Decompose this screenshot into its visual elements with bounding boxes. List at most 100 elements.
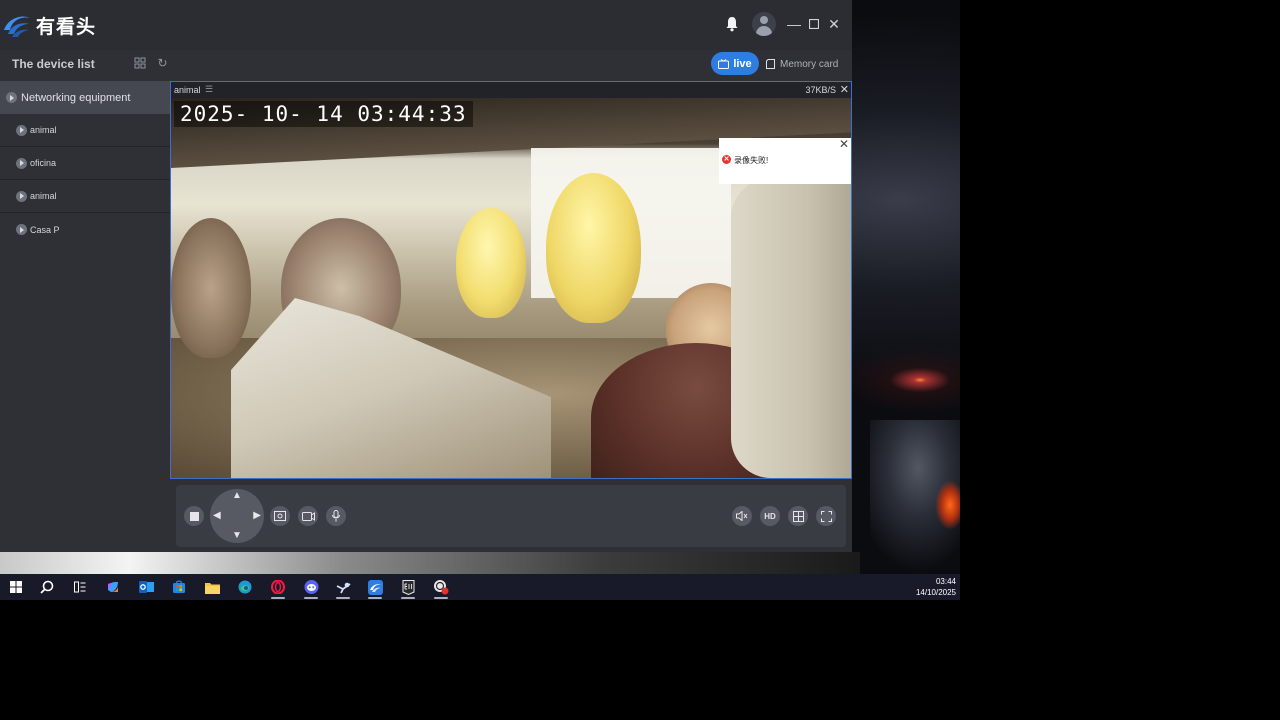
sidebar-group-label: Networking equipment [21,91,131,104]
ptz-down-icon[interactable]: ▼ [232,531,242,541]
wallpaper-streak [0,552,860,574]
record-button[interactable] [298,506,318,526]
fullscreen-icon [820,510,832,522]
wallpaper-glow [935,480,960,530]
task-view-icon[interactable] [71,578,89,596]
device-list-title: The device list [12,57,95,71]
sub-header: The device list ↻ live Memory card [0,50,852,80]
mute-button[interactable] [732,506,752,526]
stop-button[interactable] [184,506,204,526]
live-tab-button[interactable]: live [711,52,759,75]
search-icon[interactable] [38,578,56,596]
running-indicator [401,597,415,599]
memory-card-tab-button[interactable]: Memory card [766,55,852,73]
sidebar-item-label: animal [30,125,57,135]
camera-play-icon [16,124,27,136]
sidebar-item-animal-2[interactable]: animal [0,180,170,213]
copilot-icon[interactable] [104,578,122,596]
toast-close-icon[interactable]: ✕ [839,138,851,150]
ptz-up-icon[interactable]: ▲ [232,491,242,501]
close-icon[interactable]: ✕ [824,10,844,38]
speaker-muted-icon [736,511,748,521]
running-indicator [271,597,285,599]
fullscreen-button[interactable] [816,506,836,526]
sidebar-group-networking-equipment[interactable]: Networking equipment [0,81,170,114]
system-clock[interactable]: 03:44 14/10/2025 [916,576,956,598]
maximize-icon[interactable] [804,10,824,38]
logo-swirl-icon [4,16,30,37]
live-tab-label: live [733,57,752,70]
stop-icon [189,511,199,521]
snapshot-button[interactable] [270,506,290,526]
grid-view-icon[interactable] [133,57,146,70]
microsoft-store-icon[interactable] [170,578,188,596]
ptz-left-icon[interactable]: ◀ [213,511,221,521]
windows-start-icon[interactable] [7,578,25,596]
sidebar-item-casa-p[interactable]: Casa P [0,213,170,246]
scene-water-jug [731,178,851,478]
windows-taskbar: 03:44 14/10/2025 [0,574,960,600]
sidebar-item-label: Casa P [30,224,60,235]
camera-play-icon [16,224,27,235]
menu-icon[interactable]: ☰ [205,84,213,95]
app-logo: 有看头 [2,10,96,40]
video-camera-name: animal [174,85,201,95]
scene-chick [171,218,251,358]
scene-chick [546,173,641,323]
memory-card-tab-label: Memory card [780,58,839,70]
screen: 有看头 — ✕ The device list ↻ live Memory ca… [0,0,1280,720]
video-bitrate: 37KB/S [805,85,836,95]
app-name: 有看头 [36,16,97,38]
sidebar-item-oficina[interactable]: oficina [0,147,170,180]
osd-timestamp: 2025- 10- 14 03:44:33 [174,101,473,127]
epic-games-icon[interactable] [399,578,417,599]
discord-icon[interactable] [302,578,320,599]
grid-icon [792,510,804,522]
opera-gx-icon[interactable] [269,578,287,599]
video-header: animal ☰ 37KB/S ✕ [171,82,851,98]
user-avatar[interactable] [752,12,776,36]
expand-icon [6,92,17,103]
minimize-icon[interactable]: — [784,10,804,38]
running-indicator [434,597,448,599]
talk-button[interactable] [326,506,346,526]
screenshot-icon [274,511,286,521]
video-stream[interactable]: 2025- 10- 14 03:44:33 ✕ 录像失败! ✕ [171,98,851,478]
sidebar-item-label: oficina [30,158,57,168]
playback-control-bar: ▲ ◀ ▶ ▼ HD [176,485,846,547]
sd-card-icon [766,59,775,69]
app-window: 有看头 — ✕ The device list ↻ live Memory ca… [0,0,852,552]
ptz-direction-pad[interactable]: ▲ ◀ ▶ ▼ [210,489,264,543]
outlook-icon[interactable] [137,578,155,596]
device-sidebar: Networking equipment animal oficina anim… [0,80,170,552]
ptz-right-icon[interactable]: ▶ [253,511,261,521]
title-bar: 有看头 — ✕ [0,0,852,50]
camera-play-icon [16,157,27,169]
clock-date: 14/10/2025 [915,588,956,597]
microphone-icon [332,510,340,522]
edge-browser-icon[interactable] [236,578,254,596]
camera-play-icon [16,190,27,202]
split-screen-button[interactable] [788,506,808,526]
sidebar-item-label: animal [30,191,57,201]
clock-time: 03:44 [935,577,956,586]
camera-app-icon[interactable] [366,578,384,599]
device-list-tools: ↻ [133,57,169,70]
file-explorer-icon[interactable] [203,578,221,596]
record-app-icon[interactable] [432,578,450,599]
refresh-icon[interactable]: ↻ [156,57,169,70]
video-panel[interactable]: animal ☰ 37KB/S ✕ 2025- 10- 14 03:44:33 … [170,81,852,479]
steam-icon[interactable] [334,578,352,599]
desktop-wallpaper: 有看头 — ✕ The device list ↻ live Memory ca… [0,0,960,600]
hd-quality-button[interactable]: HD [760,506,780,526]
sidebar-item-animal[interactable]: animal [0,114,170,147]
tv-icon [718,58,730,69]
bell-icon[interactable] [718,10,746,38]
error-message: 录像失败! [734,156,769,165]
scene-chick [456,208,526,318]
window-controls: — ✕ [718,10,844,38]
error-icon: ✕ [722,155,731,164]
video-camera-icon [301,511,315,521]
close-video-icon[interactable]: ✕ [840,83,849,96]
running-indicator [304,597,318,599]
